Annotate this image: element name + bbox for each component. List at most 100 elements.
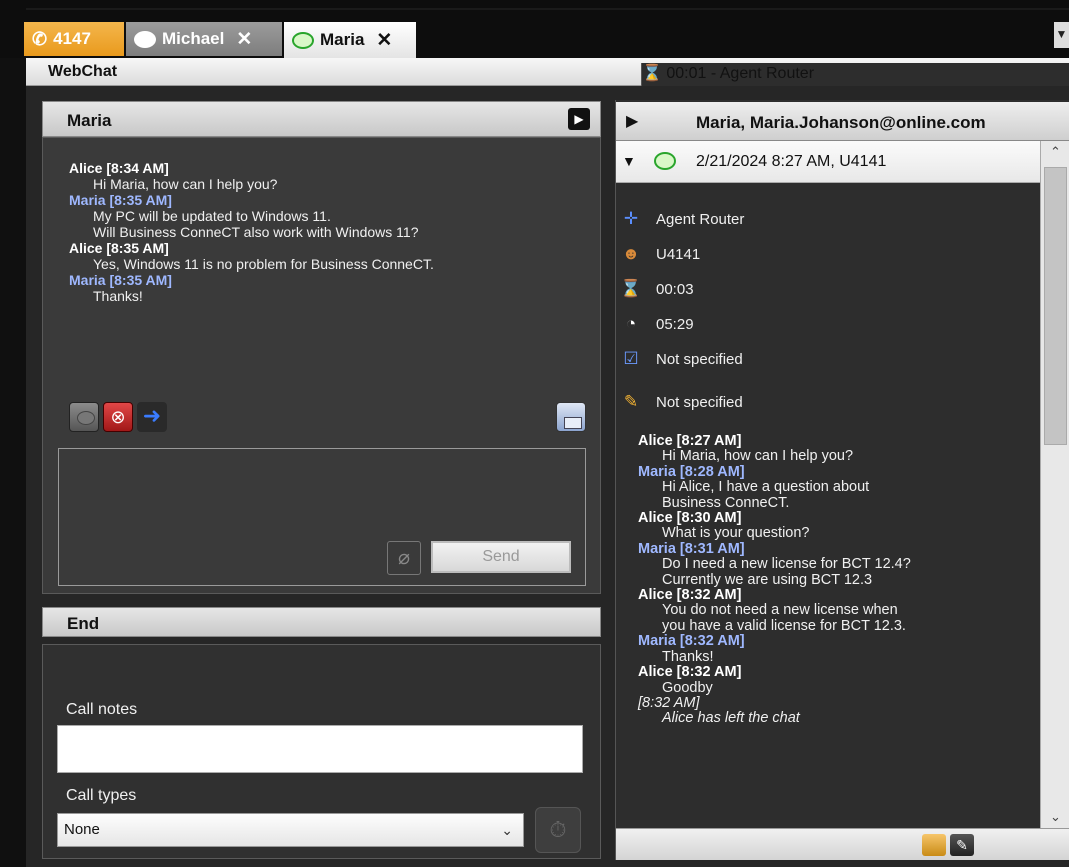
checkbox-icon: ☑ bbox=[623, 349, 639, 368]
play-icon[interactable]: ▶ bbox=[568, 108, 590, 130]
attach-icon[interactable]: ⌀ bbox=[387, 541, 421, 575]
send-button[interactable]: Send bbox=[431, 541, 571, 573]
tab-label: 4147 bbox=[53, 29, 91, 48]
phone-icon: ✆ bbox=[32, 28, 48, 49]
message-author: [8:32 AM] bbox=[638, 694, 700, 711]
tab-label: Maria bbox=[320, 30, 365, 49]
menu-dropdown-icon[interactable]: ▼ bbox=[1054, 22, 1069, 48]
chat-panel-header: Maria ▶ bbox=[42, 101, 601, 137]
info-row-duration: ◔ 05:29 bbox=[620, 313, 694, 335]
message-text: Hi Maria, how can I help you? bbox=[93, 176, 278, 192]
channel-title: WebChat bbox=[48, 63, 118, 80]
clock-icon: ◔ bbox=[625, 314, 637, 333]
call-notes-label: Call notes bbox=[66, 701, 138, 718]
customer-title: Maria, Maria.Johanson@online.com bbox=[696, 113, 986, 132]
message-text: Currently we are using BCT 12.3 bbox=[662, 571, 873, 588]
message-text: You do not need a new license when bbox=[662, 602, 898, 619]
scroll-thumb[interactable] bbox=[1044, 167, 1067, 445]
message-text: Alice has left the chat bbox=[662, 710, 800, 727]
end-chat-button[interactable]: ⊗ bbox=[103, 402, 133, 432]
chat-history: Alice [8:27 AM] Hi Maria, how can I help … bbox=[638, 433, 911, 727]
info-row-wait: ⌛ 00:03 bbox=[620, 278, 694, 300]
call-notes-input[interactable] bbox=[57, 725, 583, 773]
info-value: Not specified bbox=[656, 350, 743, 368]
message-author: Maria [8:32 AM] bbox=[638, 633, 745, 650]
message-author: Alice [8:32 AM] bbox=[638, 587, 742, 604]
collapse-arrow-icon[interactable]: ▶ bbox=[626, 111, 638, 131]
message-text: Goodby bbox=[662, 679, 713, 696]
edit-icon[interactable]: ✎ bbox=[950, 834, 974, 856]
info-row-queue: ✛ Agent Router bbox=[620, 208, 745, 230]
call-types-select[interactable]: None ⌄ bbox=[57, 813, 524, 847]
message-text: Thanks! bbox=[662, 648, 714, 665]
info-value: U4141 bbox=[656, 245, 701, 263]
pencil-icon: ✎ bbox=[623, 392, 639, 411]
chevron-down-icon: ⌄ bbox=[501, 822, 513, 838]
message-author: Alice [8:32 AM] bbox=[638, 664, 742, 681]
message-author: Maria [8:35 AM] bbox=[69, 272, 172, 288]
scroll-up-icon[interactable]: ⌃ bbox=[1041, 141, 1069, 163]
message-author: Alice [8:30 AM] bbox=[638, 510, 742, 527]
call-types-value: None bbox=[64, 821, 100, 838]
message-author: Maria [8:35 AM] bbox=[69, 192, 172, 208]
scrollbar[interactable]: ⌃ ⌄ bbox=[1040, 141, 1069, 828]
message-author: Maria [8:28 AM] bbox=[638, 463, 745, 480]
copy-icon[interactable] bbox=[922, 834, 946, 856]
timer-icon[interactable]: ⏱ bbox=[535, 807, 581, 853]
customer-info-panel: ▶ Maria, Maria.Johanson@online.com ▼ 2/2… bbox=[615, 100, 1069, 860]
close-icon[interactable]: ✕ bbox=[236, 28, 252, 51]
message-author: Maria [8:31 AM] bbox=[638, 540, 745, 557]
end-panel-title: End bbox=[67, 614, 100, 633]
message-author: Alice [8:27 AM] bbox=[638, 433, 742, 449]
message-text: Yes, Windows 11 is no problem for Busine… bbox=[93, 256, 434, 272]
message-text: Hi Alice, I have a question about bbox=[662, 479, 870, 496]
session-header[interactable]: ▼ 2/21/2024 8:27 AM, U4141 bbox=[616, 141, 1040, 183]
move-icon: ✛ bbox=[623, 209, 639, 228]
chat-panel-title: Maria bbox=[67, 111, 112, 130]
info-value: Agent Router bbox=[656, 210, 745, 228]
chat-panel: Alice [8:34 AM] Hi Maria, how can I help … bbox=[42, 137, 601, 594]
call-types-label: Call types bbox=[66, 787, 137, 804]
status-row: WebChat ⌛ 00:01 - Agent Router bbox=[26, 58, 1069, 823]
chat-transcript: Alice [8:34 AM] Hi Maria, how can I help … bbox=[69, 160, 434, 304]
message-text: Do I need a new license for BCT 12.4? bbox=[662, 556, 911, 573]
info-footer: ✎ bbox=[616, 828, 1069, 860]
info-value: Not specified bbox=[656, 393, 743, 411]
message-text: My PC will be updated to Windows 11. bbox=[93, 208, 331, 224]
chat-input[interactable]: ⌀ Send bbox=[58, 448, 586, 586]
session-info: 2/21/2024 8:27 AM, U4141 bbox=[696, 153, 887, 170]
message-author: Alice [8:35 AM] bbox=[69, 240, 169, 256]
close-icon[interactable]: ✕ bbox=[376, 29, 392, 52]
message-text: Hi Maria, how can I help you? bbox=[662, 448, 854, 465]
message-text: Thanks! bbox=[93, 288, 143, 304]
chat-bubble-icon bbox=[134, 30, 156, 48]
scroll-down-icon[interactable]: ⌄ bbox=[1041, 806, 1069, 828]
info-value: 05:29 bbox=[656, 315, 694, 333]
tab-maria[interactable]: Maria ✕ bbox=[284, 22, 416, 58]
tab-label: Michael bbox=[162, 29, 225, 48]
forward-button[interactable]: ➜ bbox=[137, 402, 167, 432]
chat-bubble-green-icon bbox=[654, 152, 676, 170]
chat-bubble-button[interactable] bbox=[69, 402, 99, 432]
tab-phone-call[interactable]: ✆ 4147 bbox=[24, 22, 124, 56]
expand-arrow-icon[interactable]: ▼ bbox=[622, 153, 636, 169]
save-button[interactable] bbox=[556, 402, 586, 432]
user-icon: ☻ bbox=[622, 244, 640, 263]
message-author: Alice [8:34 AM] bbox=[69, 160, 169, 176]
end-panel: Call notes Call types None ⌄ ⏱ bbox=[42, 644, 601, 859]
end-panel-header: End bbox=[42, 607, 601, 637]
info-value: 00:03 bbox=[656, 280, 694, 298]
tab-bar: ✆ 4147 Michael ✕ Maria ✕ ▼ bbox=[0, 0, 1069, 58]
message-text: What is your question? bbox=[662, 525, 810, 542]
customer-info-header: ▶ Maria, Maria.Johanson@online.com bbox=[616, 102, 1069, 141]
message-text: you have a valid license for BCT 12.3. bbox=[662, 617, 906, 634]
info-row-calltype: ☑ Not specified bbox=[620, 348, 743, 370]
chat-bubble-green-icon bbox=[292, 31, 314, 49]
tab-bar-line bbox=[26, 8, 1069, 10]
message-text: Will Business ConneCT also work with Win… bbox=[93, 224, 419, 240]
info-row-user: ☻ U4141 bbox=[620, 243, 700, 265]
message-text: Business ConneCT. bbox=[662, 494, 790, 511]
hourglass-icon: ⌛ bbox=[620, 279, 642, 298]
info-row-notes: ✎ Not specified bbox=[620, 391, 743, 413]
tab-michael[interactable]: Michael ✕ bbox=[126, 22, 282, 56]
